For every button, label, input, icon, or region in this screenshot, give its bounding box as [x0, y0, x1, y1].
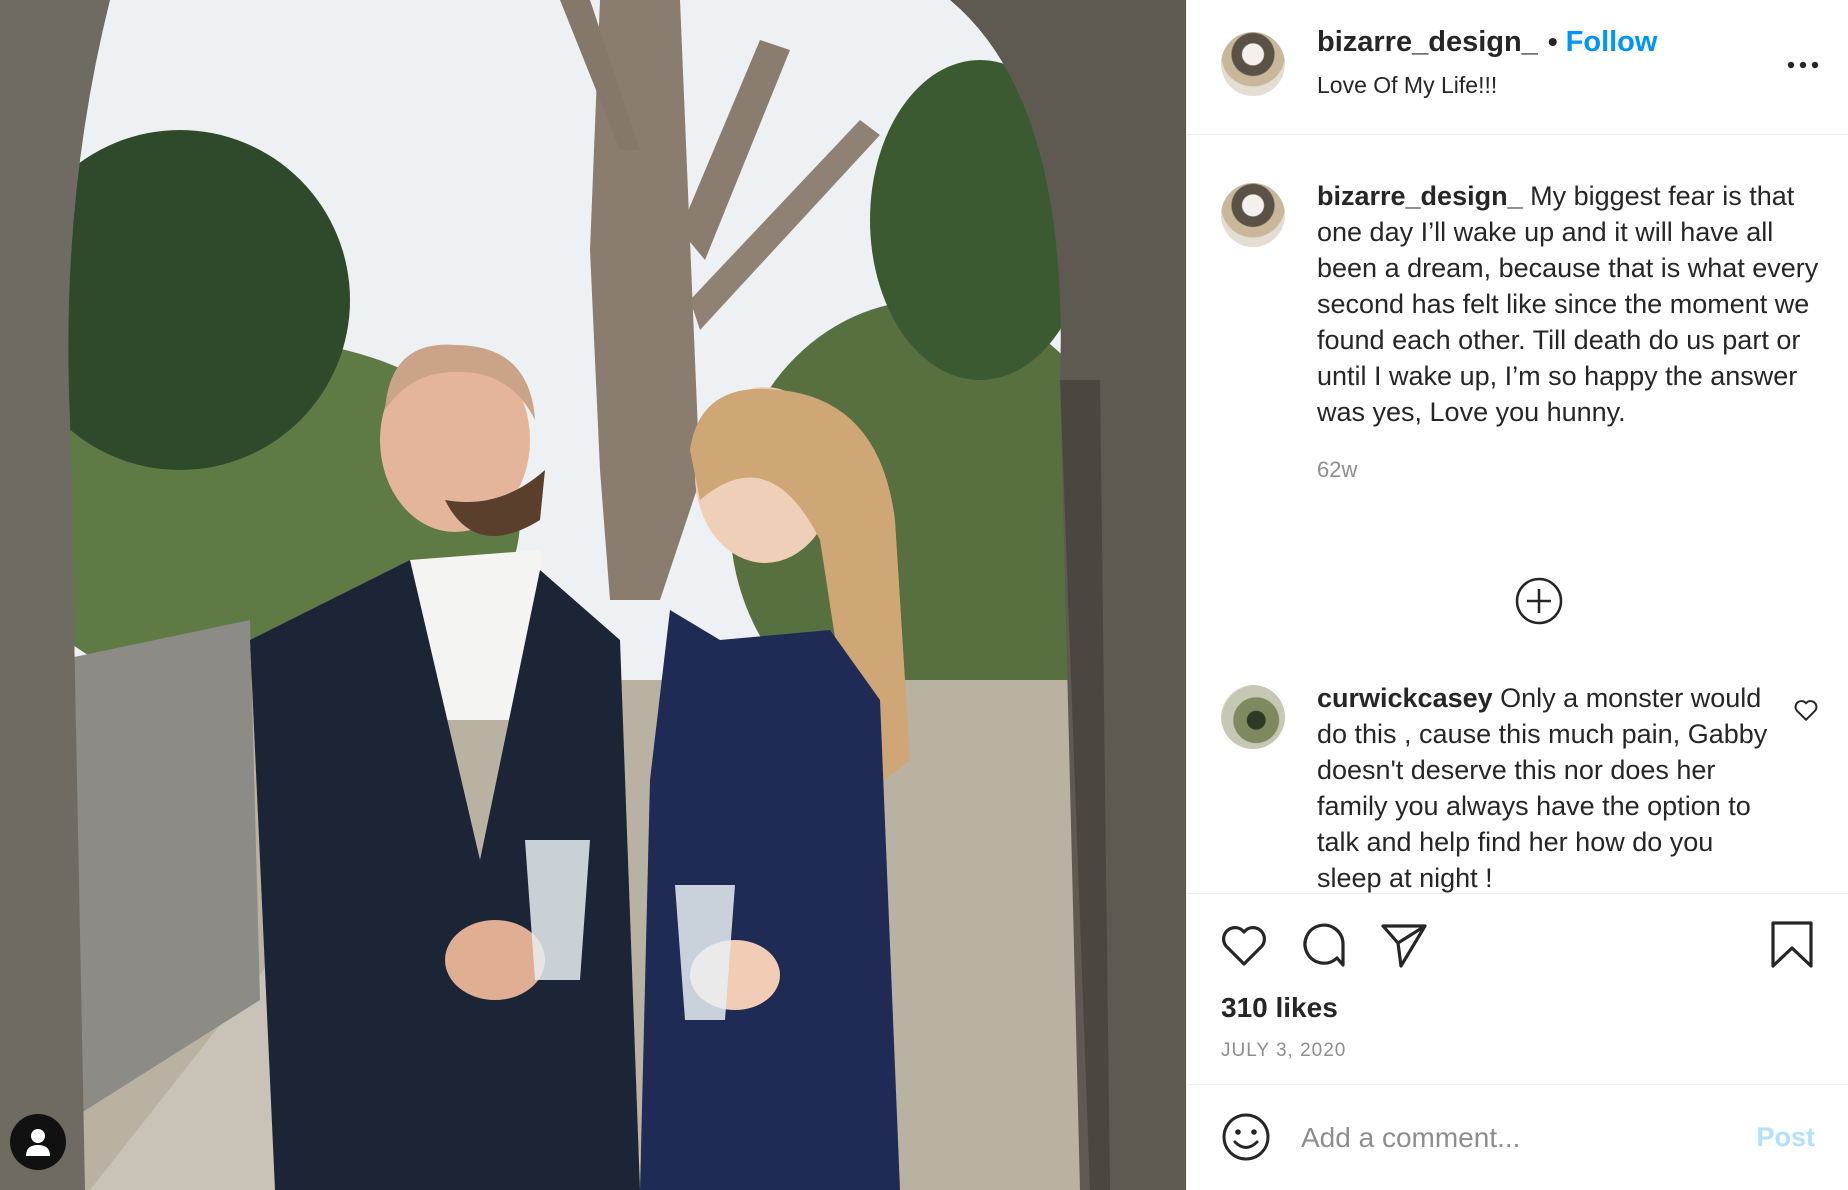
instagram-post-view: bizarre_design_ • Follow Love Of My Life!!…	[0, 0, 1848, 1190]
comment-input[interactable]	[1299, 1114, 1733, 1162]
follow-button[interactable]: Follow	[1566, 26, 1658, 58]
share-icon[interactable]	[1379, 920, 1429, 970]
plus-circle-icon[interactable]	[1515, 577, 1563, 625]
smile-icon[interactable]	[1221, 1112, 1271, 1162]
separator-dot: •	[1547, 26, 1558, 57]
comment-username[interactable]: curwickcasey	[1317, 683, 1493, 713]
post-side-panel: bizarre_design_ • Follow Love Of My Life!!…	[1186, 0, 1848, 1190]
heart-icon[interactable]	[1219, 920, 1269, 970]
post-location[interactable]: Love Of My Life!!!	[1317, 72, 1497, 99]
caption-timestamp[interactable]: 62w	[1317, 452, 1837, 488]
post-header: bizarre_design_ • Follow Love Of My Life!!…	[1187, 0, 1848, 135]
bookmark-icon[interactable]	[1767, 920, 1817, 970]
comment-composer: Post	[1187, 1084, 1848, 1190]
comment-text: Only a monster would do this , cause thi…	[1317, 683, 1768, 893]
caption-username[interactable]: bizarre_design_	[1317, 181, 1523, 211]
post-comment-button[interactable]: Post	[1756, 1122, 1815, 1153]
tagged-users-button[interactable]	[10, 1114, 66, 1170]
photo-illustration	[0, 0, 1186, 1190]
caption-text: My biggest fear is that one day I’ll wak…	[1317, 181, 1819, 427]
author-username[interactable]: bizarre_design_	[1317, 26, 1538, 58]
avatar[interactable]	[1221, 685, 1285, 749]
avatar[interactable]	[1221, 183, 1285, 247]
more-options-button[interactable]	[1787, 48, 1819, 69]
comments-list[interactable]: bizarre_design_ My biggest fear is that …	[1187, 135, 1848, 893]
comment-icon[interactable]	[1299, 920, 1349, 970]
user-icon	[26, 1129, 50, 1156]
avatar[interactable]	[1221, 32, 1285, 96]
likes-count[interactable]: 310 likes	[1221, 992, 1338, 1024]
more-icon	[1787, 61, 1819, 69]
post-photo[interactable]	[0, 0, 1186, 1190]
post-date[interactable]: JULY 3, 2020	[1221, 1040, 1346, 1062]
post-actions: 310 likes JULY 3, 2020	[1187, 893, 1848, 1085]
heart-icon[interactable]	[1793, 697, 1819, 723]
